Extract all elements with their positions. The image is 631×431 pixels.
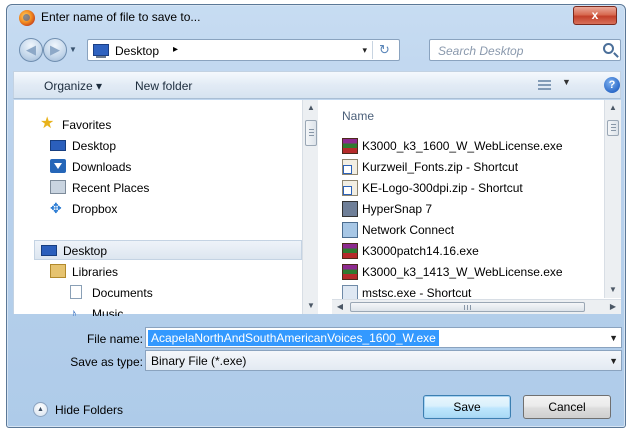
downloads-icon [50,159,66,173]
recent-places-icon [50,180,66,194]
dialog-title: Enter name of file to save to... [41,10,201,24]
sidebar-item-downloads[interactable]: Downloads [50,157,250,177]
winrar-icon [342,264,358,280]
scroll-thumb[interactable] [350,302,585,312]
organize-menu[interactable]: Organize ▾ [44,79,102,93]
sidebar-item-label: Dropbox [72,202,118,216]
dropbox-icon: ✥ [50,200,62,216]
breadcrumb-chevron-icon[interactable]: ▸ [173,44,178,55]
search-placeholder: Search Desktop [438,44,524,58]
libraries-icon [50,264,66,278]
chevron-down-icon[interactable]: ▼ [609,333,618,343]
sidebar-item-label: Music [92,307,124,316]
file-name-label: File name: [86,332,143,346]
zip-shortcut-icon [342,180,358,196]
command-toolbar: Organize ▾ New folder ▼ ? [13,71,621,99]
sidebar-item-label: Libraries [72,265,119,279]
scroll-thumb[interactable] [607,120,619,136]
scroll-up-arrow-icon[interactable]: ▲ [605,100,621,116]
search-input[interactable]: Search Desktop [429,39,621,61]
network-connect-icon [342,222,358,238]
scroll-up-arrow-icon[interactable]: ▲ [303,100,319,116]
help-button[interactable]: ? [604,77,620,93]
navigation-pane: ★ Favorites Desktop Downloads Recent Pla… [13,100,319,316]
scroll-right-arrow-icon[interactable]: ▶ [605,300,621,314]
sidebar-item-label: Recent Places [72,181,150,195]
sidebar-item-libraries[interactable]: Libraries [50,262,250,282]
sidebar-item-label: Documents [92,286,153,300]
file-name: K3000_k3_1413_W_WebLicense.exe [362,265,563,279]
scroll-down-arrow-icon[interactable]: ▼ [605,282,621,298]
file-list: Name K3000_k3_1600_W_WebLicense.exe Kurz… [336,100,621,314]
view-list-icon [538,80,551,90]
desktop-icon [50,140,66,151]
file-name: K3000patch14.16.exe [362,244,479,258]
pane-splitter[interactable] [318,100,336,314]
save-as-type-label: Save as type: [70,355,143,369]
column-header-name[interactable]: Name [342,109,374,123]
file-list-horizontal-scrollbar[interactable]: ◀ ▶ [332,299,621,314]
cancel-button[interactable]: Cancel [523,395,611,419]
sidebar-item-desktop-root[interactable]: Desktop [34,240,302,260]
file-name-field[interactable]: AcapelaNorthAndSouthAmericanVoices_1600_… [145,327,622,348]
search-icon[interactable] [603,43,614,54]
sidebar-item-label: Downloads [72,160,132,174]
save-as-type-value: Binary File (*.exe) [151,354,247,368]
file-name: K3000_k3_1600_W_WebLicense.exe [362,139,563,153]
sidebar-item-music[interactable]: ♪ Music [70,304,270,316]
scroll-down-arrow-icon[interactable]: ▼ [303,298,319,314]
chevron-down-icon: ▼ [562,77,571,87]
sidebar-item-label: Desktop [63,244,108,258]
back-button[interactable]: ◀ [19,38,43,62]
file-name: mstsc.exe - Shortcut [362,286,472,300]
sidebar-item-documents[interactable]: Documents [70,283,270,303]
address-dropdown-icon[interactable]: ▾ [362,45,367,56]
sidebar-item-dropbox[interactable]: ✥ Dropbox [50,199,250,219]
firefox-icon [19,10,35,26]
documents-icon [70,285,82,299]
music-icon: ♪ [70,305,77,316]
winrar-icon [342,138,358,154]
change-view-button[interactable]: ▼ [538,77,572,92]
winrar-icon [342,243,358,259]
title-bar[interactable]: Enter name of file to save to... x [7,5,625,31]
save-file-dialog: Enter name of file to save to... x ◀ ▶ ▼… [6,4,626,428]
file-name: Network Connect [362,223,455,237]
navigation-bar: ◀ ▶ ▼ Desktop ▸ ▾ ↻ Search Desktop [7,35,625,65]
sidebar-item-recent-places[interactable]: Recent Places [50,178,250,198]
close-button[interactable]: x [573,6,617,25]
file-list-vertical-scrollbar[interactable]: ▲ ▼ [604,100,621,298]
desktop-icon [41,245,57,256]
navigation-pane-scrollbar[interactable]: ▲ ▼ [302,100,319,314]
scroll-left-arrow-icon[interactable]: ◀ [332,300,348,314]
sidebar-item-favorites[interactable]: ★ Favorites [40,115,270,135]
sidebar-item-label: Favorites [62,118,112,132]
save-as-type-select[interactable]: Binary File (*.exe) ▼ [145,350,622,371]
forward-button[interactable]: ▶ [43,38,67,62]
chevron-down-icon[interactable]: ▼ [609,356,618,366]
sidebar-item-desktop[interactable]: Desktop [50,136,250,156]
new-folder-button[interactable]: New folder [135,79,192,93]
recent-locations-dropdown[interactable]: ▼ [69,45,77,54]
zip-shortcut-icon [342,159,358,175]
favorites-star-icon: ★ [40,115,55,132]
address-bar[interactable]: Desktop ▸ ▾ ↻ [87,39,400,61]
sidebar-item-label: Desktop [72,139,117,153]
hypersnap-icon [342,201,358,217]
file-name: KE-Logo-300dpi.zip - Shortcut [362,181,523,195]
refresh-button[interactable]: ↻ [372,41,396,59]
file-name-input-value[interactable]: AcapelaNorthAndSouthAmericanVoices_1600_… [148,330,439,346]
hide-folders-label: Hide Folders [55,403,124,417]
scroll-thumb[interactable] [305,120,317,146]
file-name: HyperSnap 7 [362,202,433,216]
address-location[interactable]: Desktop [115,44,159,58]
file-name: Kurzweil_Fonts.zip - Shortcut [362,160,519,174]
save-button[interactable]: Save [423,395,511,419]
desktop-icon [93,44,109,58]
chevron-up-icon: ▲ [33,402,48,417]
